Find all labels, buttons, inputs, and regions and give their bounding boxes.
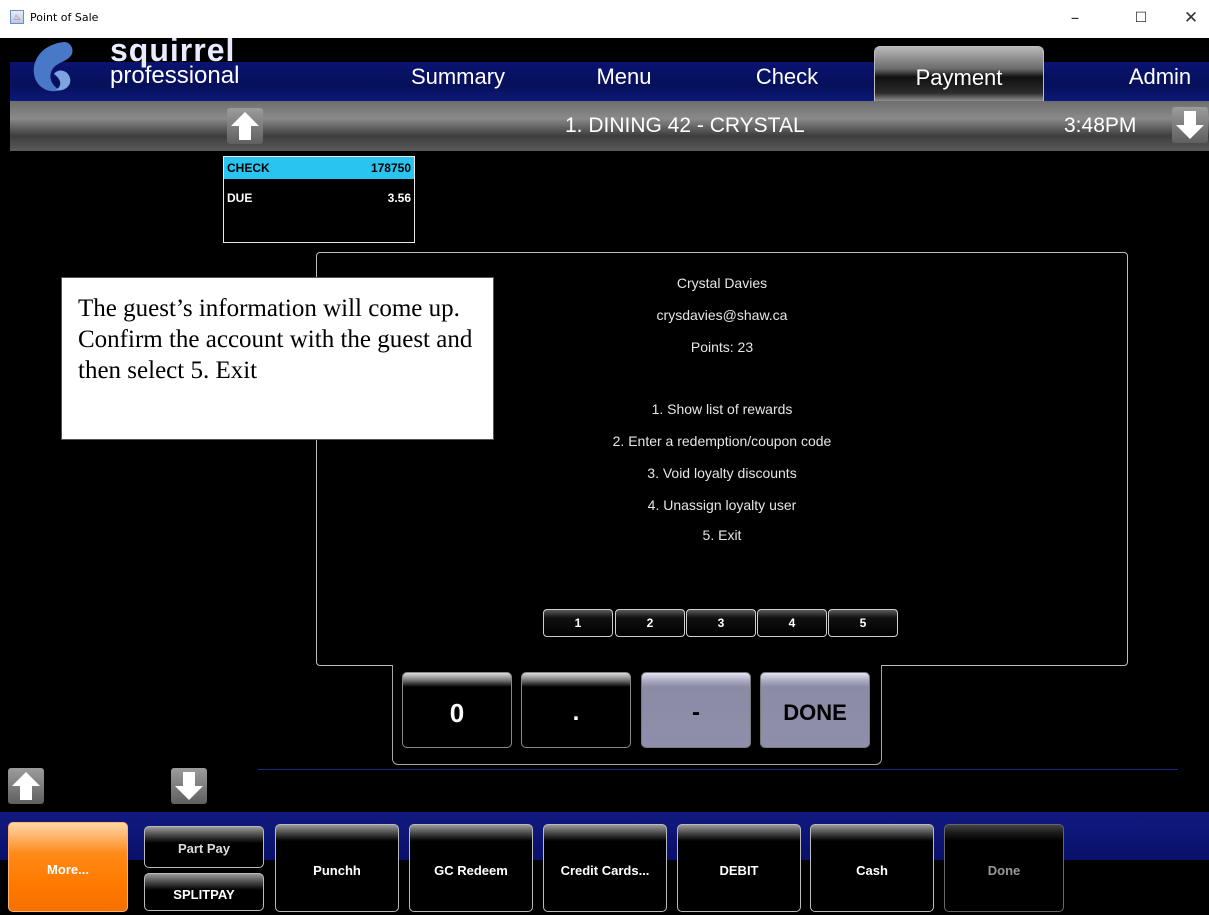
gc-redeem-button[interactable]: GC Redeem bbox=[409, 824, 533, 912]
splitpay-button[interactable]: SPLITPAY bbox=[144, 873, 264, 911]
key-minus[interactable]: - bbox=[641, 672, 751, 748]
scroll-up-icon[interactable] bbox=[8, 768, 44, 804]
option-unassign-user: 4. Unassign loyalty user bbox=[647, 497, 797, 513]
debit-button[interactable]: DEBIT bbox=[677, 824, 801, 912]
content-divider bbox=[258, 769, 1178, 770]
option-5-button[interactable]: 5 bbox=[828, 609, 898, 637]
minimize-button[interactable]: – bbox=[1060, 6, 1090, 30]
table-title: 1. DINING 42 - CRYSTAL bbox=[565, 114, 805, 137]
check-row[interactable]: CHECK 178750 bbox=[224, 157, 414, 179]
option-2-button[interactable]: 2 bbox=[615, 609, 685, 637]
key-zero[interactable]: 0 bbox=[402, 672, 512, 748]
close-button[interactable]: ✕ bbox=[1176, 6, 1206, 30]
cash-button[interactable]: Cash bbox=[810, 824, 934, 912]
tab-admin[interactable]: Admin bbox=[1120, 62, 1200, 101]
window-title: Point of Sale bbox=[30, 11, 99, 24]
punchh-button[interactable]: Punchh bbox=[275, 824, 399, 912]
arrow-up-icon[interactable] bbox=[227, 108, 263, 144]
option-exit: 5. Exit bbox=[702, 527, 742, 543]
option-3-button[interactable]: 3 bbox=[686, 609, 756, 637]
option-void-discounts: 3. Void loyalty discounts bbox=[647, 465, 797, 481]
instruction-callout: The guest’s information will come up. Co… bbox=[61, 277, 494, 440]
scroll-down-icon[interactable] bbox=[171, 768, 207, 804]
due-amount: 3.56 bbox=[387, 191, 411, 205]
option-4-button[interactable]: 4 bbox=[757, 609, 827, 637]
instruction-text: The guest’s information will come up. Co… bbox=[78, 295, 473, 384]
tab-menu[interactable]: Menu bbox=[584, 62, 664, 101]
tab-payment-label: Payment bbox=[915, 65, 1003, 90]
credit-cards-button[interactable]: Credit Cards... bbox=[543, 824, 667, 912]
clock-time: 3:48PM bbox=[1064, 114, 1137, 137]
java-app-icon: ♨ bbox=[10, 10, 24, 24]
maximize-button[interactable]: ☐ bbox=[1126, 6, 1156, 30]
key-decimal[interactable]: . bbox=[521, 672, 631, 748]
more-button[interactable]: More... bbox=[8, 822, 128, 912]
done-button[interactable]: Done bbox=[944, 824, 1064, 912]
key-done[interactable]: DONE bbox=[760, 672, 870, 748]
part-pay-button[interactable]: Part Pay bbox=[144, 826, 264, 868]
check-number: 178750 bbox=[370, 161, 411, 175]
option-1-button[interactable]: 1 bbox=[543, 609, 613, 637]
tab-check[interactable]: Check bbox=[732, 62, 842, 101]
squirrel-logo-icon bbox=[33, 42, 73, 92]
tab-payment[interactable]: Payment bbox=[874, 46, 1044, 103]
logo-wordmark: professional bbox=[110, 62, 240, 89]
check-summary-panel[interactable]: CHECK 178750 DUE 3.56 bbox=[223, 156, 415, 243]
table-header-ribbon: 1. DINING 42 - CRYSTAL 3:48PM bbox=[10, 101, 1209, 151]
tab-summary[interactable]: Summary bbox=[388, 62, 528, 101]
check-label: CHECK bbox=[227, 161, 270, 175]
window-titlebar: ♨ Point of Sale – ☐ ✕ bbox=[0, 0, 1209, 38]
due-label: DUE bbox=[227, 191, 253, 205]
arrow-down-icon[interactable] bbox=[1172, 107, 1208, 143]
top-nav-bar: squirrel professional Summary Menu Check… bbox=[10, 38, 1209, 103]
